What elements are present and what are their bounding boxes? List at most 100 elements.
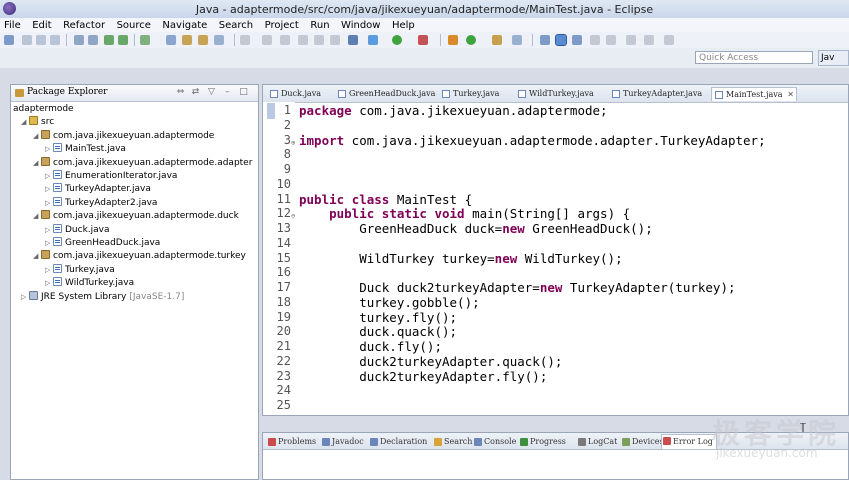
- tab-declaration[interactable]: Declaration: [369, 436, 427, 448]
- tree-item[interactable]: ▷ Turkey.java: [45, 263, 115, 277]
- new-class-wizard-icon[interactable]: [466, 35, 476, 45]
- tree-item[interactable]: ◢ com.java.jikexueyuan.adaptermode.duck: [33, 210, 239, 223]
- code-editor[interactable]: Duck.java GreenHeadDuck.java Turkey.java…: [262, 84, 849, 437]
- collapsed-arrow-icon[interactable]: ▷: [21, 291, 29, 304]
- show-whitespace-icon[interactable]: [572, 35, 582, 45]
- open-task-icon[interactable]: [88, 35, 98, 45]
- new-java-project-icon[interactable]: [214, 35, 224, 45]
- java-perspective-button[interactable]: Jav: [818, 50, 849, 66]
- code-line[interactable]: 12 ⊖ public static void main(String[] arg…: [263, 206, 848, 221]
- maximize-icon[interactable]: □: [239, 88, 248, 97]
- collapsed-arrow-icon[interactable]: ▷: [45, 264, 53, 277]
- tree-item[interactable]: ◢ com.java.jikexueyuan.adaptermode.turkey: [33, 250, 246, 263]
- menu-search[interactable]: Search: [215, 19, 257, 33]
- tab-logcat[interactable]: LogCat: [577, 436, 617, 448]
- code-line[interactable]: 2: [263, 118, 848, 133]
- menu-window[interactable]: Window: [337, 19, 384, 33]
- tree-item[interactable]: ▷ JRE System Library [JavaSE-1.7]: [21, 290, 184, 304]
- tree-item[interactable]: ◢ com.java.jikexueyuan.adaptermode: [33, 129, 214, 143]
- code-line[interactable]: 24: [263, 383, 848, 398]
- tab-error-log[interactable]: Error Log: [661, 434, 717, 449]
- menu-project[interactable]: Project: [261, 19, 303, 33]
- paste-icon[interactable]: [280, 35, 290, 45]
- tab-maintest-java[interactable]: MainTest.java ✕: [711, 87, 797, 101]
- code-line[interactable]: 3 ⊕ import com.java.jikexueyuan.adaptermod…: [263, 133, 848, 148]
- expanded-arrow-icon[interactable]: ◢: [21, 116, 29, 129]
- menu-refactor[interactable]: Refactor: [59, 19, 109, 33]
- step-into-icon[interactable]: [298, 35, 308, 45]
- expanded-arrow-icon[interactable]: ◢: [33, 250, 41, 263]
- tree-item[interactable]: ▷ WildTurkey.java: [45, 277, 134, 290]
- code-line[interactable]: 1 package com.java.jikexueyuan.adaptermod…: [263, 103, 848, 118]
- cut-icon[interactable]: [240, 35, 250, 45]
- tab-devices[interactable]: Devices: [621, 436, 664, 448]
- code-line[interactable]: 25: [263, 398, 848, 413]
- tab-problems[interactable]: Problems: [267, 436, 316, 448]
- new-package-icon[interactable]: [198, 35, 208, 45]
- tab-duck-java[interactable]: Duck.java: [267, 87, 321, 101]
- search-icon[interactable]: [512, 35, 522, 45]
- avd-manager-icon[interactable]: [118, 35, 128, 45]
- tree-item[interactable]: ▷ Duck.java: [45, 223, 110, 237]
- open-perspective-icon[interactable]: [492, 35, 502, 45]
- new-icon[interactable]: [4, 35, 14, 45]
- next-annotation-icon[interactable]: [590, 35, 600, 45]
- save-icon[interactable]: [22, 35, 32, 45]
- expanded-arrow-icon[interactable]: ◢: [33, 157, 41, 170]
- collapsed-arrow-icon[interactable]: ▷: [45, 237, 53, 250]
- save-all-icon[interactable]: [36, 35, 46, 45]
- code-line[interactable]: 21 duck.fly();: [263, 339, 848, 354]
- tab-greenheadduck-java[interactable]: GreenHeadDuck.java: [335, 87, 435, 101]
- code-line[interactable]: 14: [263, 236, 848, 251]
- collapsed-arrow-icon[interactable]: ▷: [45, 197, 53, 210]
- back-icon[interactable]: [644, 35, 654, 45]
- tab-progress[interactable]: Progress: [519, 436, 566, 448]
- tab-search[interactable]: Search: [433, 436, 472, 448]
- checkbox-icon[interactable]: [140, 35, 150, 45]
- collapse-all-icon[interactable]: ⇔: [176, 88, 185, 97]
- android-sdk-icon[interactable]: [104, 35, 114, 45]
- menu-navigate[interactable]: Navigate: [158, 19, 211, 33]
- menu-source[interactable]: Source: [113, 19, 155, 33]
- tab-turkey-java[interactable]: Turkey.java: [439, 87, 503, 101]
- code-line[interactable]: 19 turkey.fly();: [263, 310, 848, 325]
- toggle-mark-occurrences-icon[interactable]: [555, 34, 567, 46]
- tree-item[interactable]: ◢ src: [21, 116, 54, 129]
- step-return-icon[interactable]: [330, 35, 340, 45]
- code-line[interactable]: 10: [263, 177, 848, 192]
- package-explorer-tab[interactable]: Package Explorer ⇔ ⇄ ▽ – □: [11, 85, 258, 102]
- lint-icon[interactable]: [166, 35, 176, 45]
- code-line[interactable]: 17 Duck duck2turkeyAdapter=new TurkeyAda…: [263, 280, 848, 295]
- new-class-icon[interactable]: [182, 35, 192, 45]
- run-icon[interactable]: [392, 35, 402, 45]
- code-line[interactable]: 9: [263, 162, 848, 177]
- tree-item[interactable]: ▷ GreenHeadDuck.java: [45, 237, 160, 250]
- forward-icon[interactable]: [664, 35, 674, 45]
- minimize-icon[interactable]: –: [223, 88, 232, 97]
- step-over-icon[interactable]: [314, 35, 324, 45]
- code-line[interactable]: 22 duck2turkeyAdapter.quack();: [263, 354, 848, 369]
- collapsed-arrow-icon[interactable]: ▷: [45, 170, 53, 183]
- quick-access-field[interactable]: Quick Access: [695, 51, 813, 64]
- view-menu-icon[interactable]: ▽: [207, 88, 216, 97]
- print-icon[interactable]: [50, 35, 60, 45]
- tab-wildturkey-java[interactable]: WildTurkey.java: [515, 87, 595, 101]
- code-line[interactable]: 23 duck2turkeyAdapter.fly();: [263, 369, 848, 384]
- code-line[interactable]: 15 WildTurkey turkey=new WildTurkey();: [263, 251, 848, 266]
- menu-help[interactable]: Help: [388, 19, 419, 33]
- debug-icon[interactable]: [368, 35, 378, 45]
- menu-edit[interactable]: Edit: [28, 19, 55, 33]
- tab-javadoc[interactable]: Javadoc: [321, 436, 364, 448]
- code-line[interactable]: 16: [263, 265, 848, 280]
- tab-console[interactable]: Console: [473, 436, 516, 448]
- new-java-class-icon[interactable]: [448, 35, 458, 45]
- last-edit-icon[interactable]: [626, 35, 636, 45]
- previous-annotation-icon[interactable]: [606, 35, 616, 45]
- link-with-editor-icon[interactable]: ⇄: [191, 88, 200, 97]
- code-line[interactable]: 13 GreenHeadDuck duck=new GreenHeadDuck(…: [263, 221, 848, 236]
- code-line[interactable]: 20 duck.quack();: [263, 324, 848, 339]
- code-line[interactable]: 18 turkey.gobble();: [263, 295, 848, 310]
- collapsed-arrow-icon[interactable]: ▷: [45, 183, 53, 196]
- collapsed-arrow-icon[interactable]: ▷: [45, 277, 53, 290]
- tree-item[interactable]: ▷ TurkeyAdapter.java: [45, 183, 151, 196]
